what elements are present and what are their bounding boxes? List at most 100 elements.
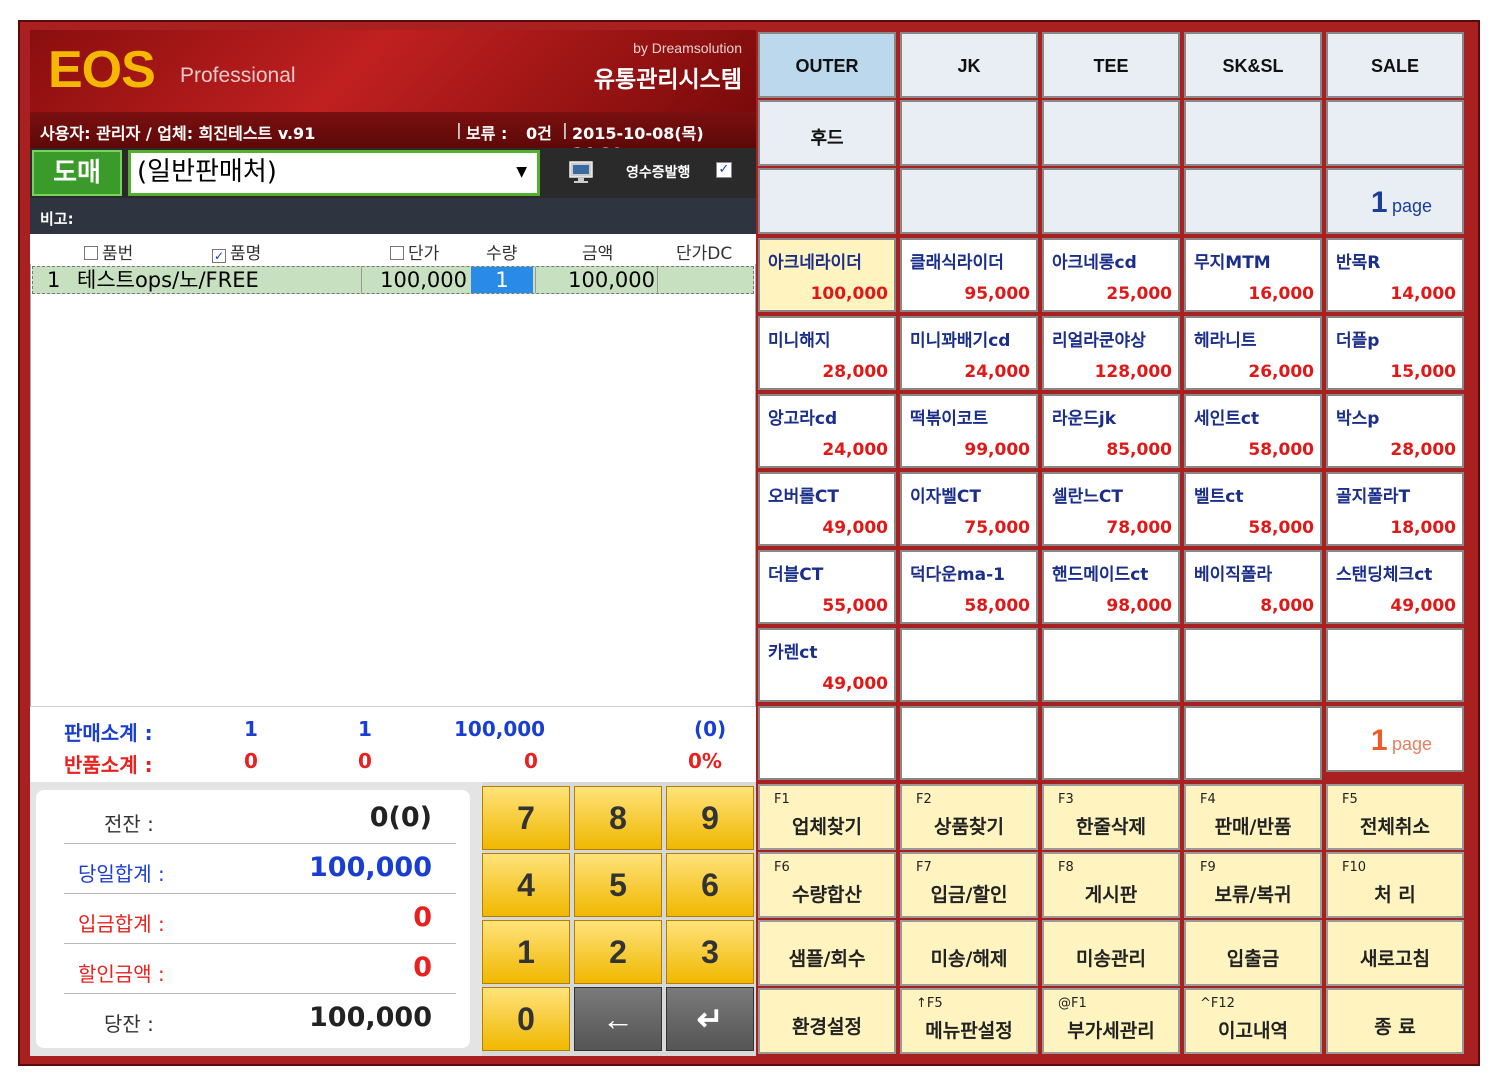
key-4[interactable]: 4 bbox=[482, 853, 570, 917]
product-empty[interactable] bbox=[1042, 628, 1180, 702]
category-page-button[interactable]: 1 page bbox=[1326, 168, 1464, 234]
product-button[interactable]: 앙고라cd 24,000 bbox=[758, 394, 896, 468]
function-button[interactable]: F3 한줄삭제 bbox=[1042, 784, 1180, 850]
function-button[interactable]: F4 판매/반품 bbox=[1184, 784, 1322, 850]
row-qty[interactable]: 1 bbox=[471, 267, 533, 293]
product-empty[interactable] bbox=[1042, 706, 1180, 780]
product-button[interactable]: 벨트ct 58,000 bbox=[1184, 472, 1322, 546]
product-button[interactable]: 반목R 14,000 bbox=[1326, 238, 1464, 312]
function-button[interactable]: ^F12 이고내역 bbox=[1184, 988, 1322, 1054]
product-empty[interactable] bbox=[900, 628, 1038, 702]
function-button[interactable]: 입출금 bbox=[1184, 920, 1322, 986]
key-6[interactable]: 6 bbox=[666, 853, 754, 917]
checkbox-item-no[interactable] bbox=[84, 246, 98, 260]
product-page-button[interactable]: 1 page bbox=[1326, 706, 1464, 772]
enter-icon[interactable]: ↵ bbox=[666, 987, 754, 1051]
app-header: EOS Professional by Dreamsolution 유통관리시스… bbox=[30, 30, 756, 112]
category-empty[interactable] bbox=[1326, 100, 1464, 166]
key-5[interactable]: 5 bbox=[574, 853, 662, 917]
function-button[interactable]: F7 입금/할인 bbox=[900, 852, 1038, 918]
logo: EOS bbox=[48, 41, 156, 99]
key-2[interactable]: 2 bbox=[574, 920, 662, 984]
function-key: @F1 bbox=[1058, 996, 1087, 1011]
customer-select[interactable]: (일반판매처) ▼ bbox=[128, 150, 540, 196]
function-button[interactable]: F2 상품찾기 bbox=[900, 784, 1038, 850]
category-empty[interactable] bbox=[1184, 168, 1322, 234]
product-button[interactable]: 더블CT 55,000 bbox=[758, 550, 896, 624]
function-button[interactable]: F9 보류/복귀 bbox=[1184, 852, 1322, 918]
key-0[interactable]: 0 bbox=[482, 987, 570, 1051]
col-item-name[interactable]: ✓ 품명 bbox=[212, 239, 261, 264]
product-button[interactable]: 골지폴라T 18,000 bbox=[1326, 472, 1464, 546]
function-button[interactable]: 환경설정 bbox=[758, 988, 896, 1054]
function-button[interactable]: F8 게시판 bbox=[1042, 852, 1180, 918]
product-empty[interactable] bbox=[900, 706, 1038, 780]
product-button[interactable]: 라운드jk 85,000 bbox=[1042, 394, 1180, 468]
return-subtotal-label: 반품소계 : bbox=[64, 753, 153, 777]
product-name: 박스p bbox=[1336, 409, 1380, 429]
key-3[interactable]: 3 bbox=[666, 920, 754, 984]
function-button[interactable]: 샘플/회수 bbox=[758, 920, 896, 986]
product-price: 14,000 bbox=[1390, 284, 1456, 304]
function-button[interactable]: F10 처 리 bbox=[1326, 852, 1464, 918]
product-empty[interactable] bbox=[1184, 706, 1322, 780]
table-row[interactable]: 1 테스트ops/노/FREE 100,000 1 100,000 bbox=[32, 266, 754, 294]
key-8[interactable]: 8 bbox=[574, 786, 662, 850]
function-button[interactable]: 미송관리 bbox=[1042, 920, 1180, 986]
category-empty[interactable] bbox=[758, 168, 896, 234]
function-button[interactable]: 종 료 bbox=[1326, 988, 1464, 1054]
function-button[interactable]: F1 업체찾기 bbox=[758, 784, 896, 850]
product-button[interactable]: 헤라니트 26,000 bbox=[1184, 316, 1322, 390]
category-hood[interactable]: 후드 bbox=[758, 100, 896, 166]
product-button[interactable]: 셀란느CT 78,000 bbox=[1042, 472, 1180, 546]
category-sk-sl[interactable]: SK&SL bbox=[1184, 32, 1322, 98]
function-button[interactable]: ↑F5 메뉴판설정 bbox=[900, 988, 1038, 1054]
key-9[interactable]: 9 bbox=[666, 786, 754, 850]
product-button[interactable]: 미니해지 28,000 bbox=[758, 316, 896, 390]
product-button[interactable]: 미니꽈배기cd 24,000 bbox=[900, 316, 1038, 390]
product-button[interactable]: 카렌ct 49,000 bbox=[758, 628, 896, 702]
function-button[interactable]: F6 수량합산 bbox=[758, 852, 896, 918]
function-button[interactable]: 새로고침 bbox=[1326, 920, 1464, 986]
product-button[interactable]: 오버롤CT 49,000 bbox=[758, 472, 896, 546]
backspace-icon[interactable]: ← bbox=[574, 987, 662, 1051]
wholesale-mode-button[interactable]: 도매 bbox=[32, 150, 122, 196]
product-button[interactable]: 클래식라이더 95,000 bbox=[900, 238, 1038, 312]
product-button[interactable]: 아크네롱cd 25,000 bbox=[1042, 238, 1180, 312]
checkbox-item-name[interactable]: ✓ bbox=[212, 249, 226, 263]
product-button[interactable]: 핸드메이드ct 98,000 bbox=[1042, 550, 1180, 624]
product-button[interactable]: 베이직폴라 8,000 bbox=[1184, 550, 1322, 624]
category-tee[interactable]: TEE bbox=[1042, 32, 1180, 98]
category-empty[interactable] bbox=[1042, 100, 1180, 166]
key-7[interactable]: 7 bbox=[482, 786, 570, 850]
receipt-checkbox[interactable]: ✓ bbox=[716, 162, 732, 178]
product-button[interactable]: 무지MTM 16,000 bbox=[1184, 238, 1322, 312]
category-empty[interactable] bbox=[900, 168, 1038, 234]
product-button[interactable]: 박스p 28,000 bbox=[1326, 394, 1464, 468]
category-sale[interactable]: SALE bbox=[1326, 32, 1464, 98]
product-button[interactable]: 아크네라이더 100,000 bbox=[758, 238, 896, 312]
monitor-icon[interactable] bbox=[568, 160, 596, 184]
category-empty[interactable] bbox=[1042, 168, 1180, 234]
product-button[interactable]: 더플p 15,000 bbox=[1326, 316, 1464, 390]
product-button[interactable]: 세인트ct 58,000 bbox=[1184, 394, 1322, 468]
col-price[interactable]: 단가 bbox=[390, 239, 439, 264]
product-button[interactable]: 이자벨CT 75,000 bbox=[900, 472, 1038, 546]
product-empty[interactable] bbox=[1184, 628, 1322, 702]
product-button[interactable]: 리얼라쿤야상 128,000 bbox=[1042, 316, 1180, 390]
key-1[interactable]: 1 bbox=[482, 920, 570, 984]
product-button[interactable]: 덕다운ma-1 58,000 bbox=[900, 550, 1038, 624]
function-button[interactable]: @F1 부가세관리 bbox=[1042, 988, 1180, 1054]
col-item-no[interactable]: 품번 bbox=[84, 239, 133, 264]
function-button[interactable]: 미송/해제 bbox=[900, 920, 1038, 986]
product-button[interactable]: 스탠딩체크ct 49,000 bbox=[1326, 550, 1464, 624]
category-empty[interactable] bbox=[1184, 100, 1322, 166]
product-empty[interactable] bbox=[758, 706, 896, 780]
category-outer[interactable]: OUTER bbox=[758, 32, 896, 98]
function-button[interactable]: F5 전체취소 bbox=[1326, 784, 1464, 850]
product-empty[interactable] bbox=[1326, 628, 1464, 702]
category-empty[interactable] bbox=[900, 100, 1038, 166]
checkbox-price[interactable] bbox=[390, 246, 404, 260]
category-jk[interactable]: JK bbox=[900, 32, 1038, 98]
product-button[interactable]: 떡볶이코트 99,000 bbox=[900, 394, 1038, 468]
